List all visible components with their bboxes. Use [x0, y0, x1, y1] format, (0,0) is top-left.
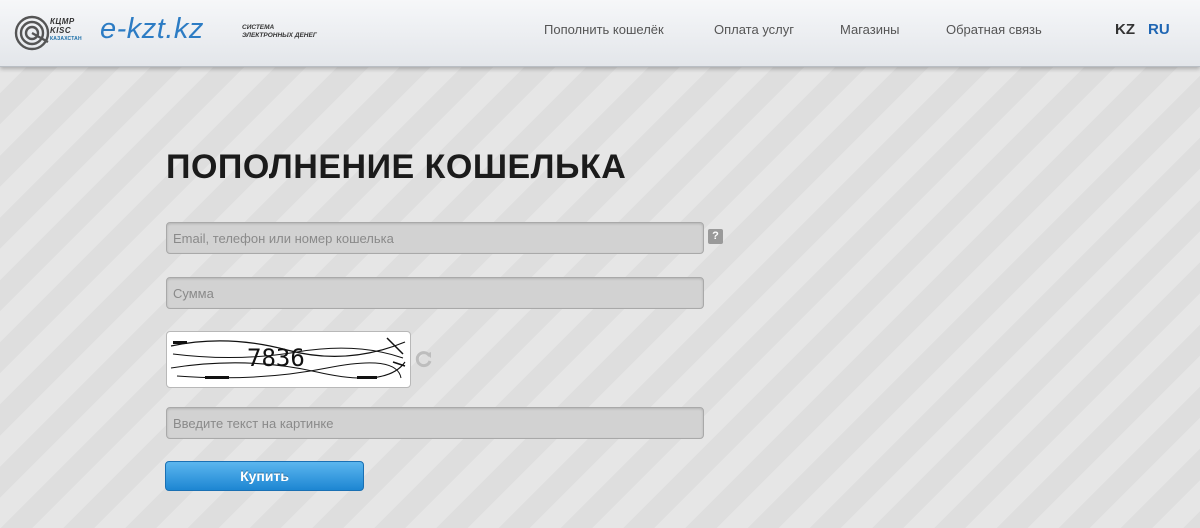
tagline-line-2: ЭЛЕКТРОННЫХ ДЕНЕГ: [242, 32, 317, 39]
nav-feedback[interactable]: Обратная связь: [946, 22, 1042, 37]
captcha-text: 7836: [247, 344, 305, 372]
logo-line-3: КАЗАХСТАН: [50, 36, 82, 42]
captcha-image: 7836: [166, 331, 411, 388]
buy-button[interactable]: Купить: [165, 461, 364, 491]
question-icon[interactable]: ?: [708, 229, 723, 244]
nav-topup-wallet[interactable]: Пополнить кошелёк: [544, 22, 664, 37]
brand-logo[interactable]: e-kzt.kz: [100, 13, 204, 46]
wallet-input[interactable]: [166, 222, 704, 254]
brand-tagline: СИСТЕМА ЭЛЕКТРОННЫХ ДЕНЕГ: [242, 24, 317, 40]
logo-line-1: КЦМР: [50, 17, 75, 26]
lang-ru[interactable]: RU: [1148, 21, 1170, 38]
captcha-drawing: 7836: [170, 337, 406, 379]
nav-shops[interactable]: Магазины: [840, 22, 900, 37]
logo-line-2: KISC: [50, 26, 72, 35]
captcha-input[interactable]: [166, 407, 704, 439]
lang-kz[interactable]: KZ: [1115, 21, 1135, 38]
kisc-logo-icon[interactable]: [14, 15, 50, 51]
refresh-icon[interactable]: [414, 349, 434, 369]
header-bar: КЦМР KISC КАЗАХСТАН e-kzt.kz СИСТЕМА ЭЛЕ…: [0, 0, 1200, 67]
amount-input[interactable]: [166, 277, 704, 309]
nav-pay-services[interactable]: Оплата услуг: [714, 22, 794, 37]
kisc-logo-text: КЦМР KISC КАЗАХСТАН: [50, 17, 90, 44]
tagline-line-1: СИСТЕМА: [242, 24, 275, 31]
page-title: ПОПОЛНЕНИЕ КОШЕЛЬКА: [166, 148, 627, 186]
